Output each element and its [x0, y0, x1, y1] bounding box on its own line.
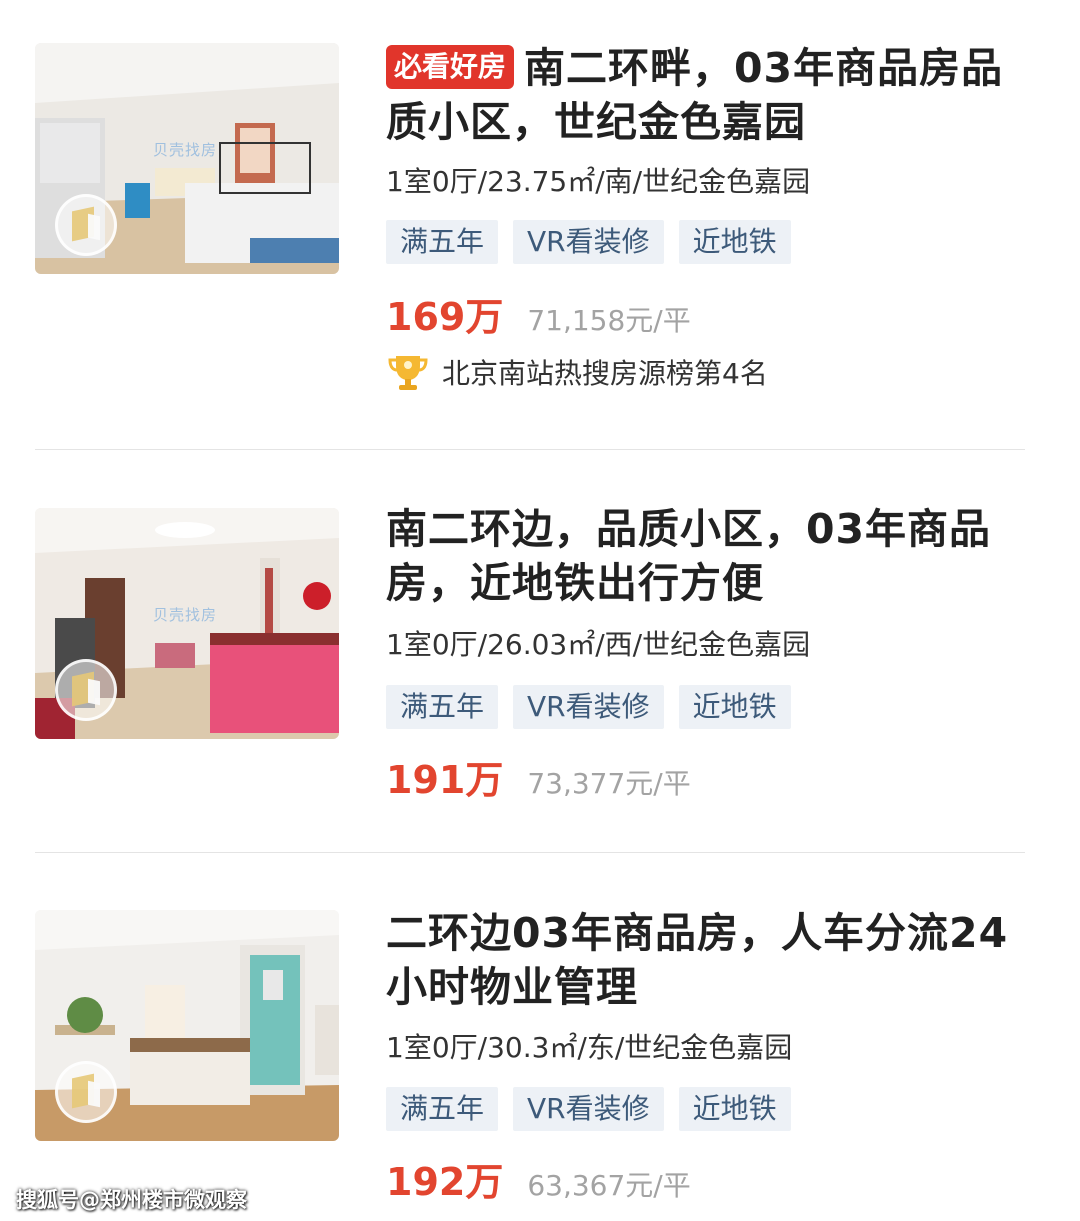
- tag-list: 满五年 VR看装修 近地铁: [386, 1087, 806, 1131]
- source-watermark: 搜狐号@郑州楼市微观察: [16, 1188, 247, 1212]
- tag-list: 满五年 VR看装修 近地铁: [386, 220, 806, 264]
- tag-near-subway: 近地铁: [678, 220, 791, 264]
- total-price: 191万: [386, 758, 504, 802]
- listing-title[interactable]: 二环边03年商品房，人车分流24小时物业管理: [386, 906, 1026, 1014]
- listing-card[interactable]: 贝壳找房 南二环边，品质小区，03年商品房，近地铁出行方便 1室0厅/26.03…: [0, 450, 1080, 852]
- listing-attributes: 1室0厅/26.03㎡/西/世纪金色嘉园: [386, 628, 811, 661]
- tag-vr-decoration: VR看装修: [513, 1087, 664, 1131]
- listing-attributes: 1室0厅/23.75㎡/南/世纪金色嘉园: [386, 165, 811, 198]
- price-row: 192万 63,367元/平: [386, 1151, 691, 1204]
- vr-icon: [55, 1061, 117, 1123]
- tag-near-subway: 近地铁: [678, 1087, 791, 1131]
- listing-title[interactable]: 必看好房 南二环畔，03年商品房品质小区，世纪金色嘉园: [386, 41, 1026, 149]
- watermark: 贝壳找房: [153, 606, 218, 624]
- tag-near-subway: 近地铁: [678, 685, 791, 729]
- listing-photo[interactable]: 贝壳找房: [35, 508, 339, 739]
- tag-five-years: 满五年: [386, 1087, 499, 1131]
- ranking-text: 北京南站热搜房源榜第4名: [442, 357, 768, 390]
- vr-icon: [55, 194, 117, 256]
- price-row: 191万 73,377元/平: [386, 749, 691, 802]
- tag-vr-decoration: VR看装修: [513, 220, 664, 264]
- tag-vr-decoration: VR看装修: [513, 685, 664, 729]
- unit-price: 63,367元/平: [527, 1169, 691, 1202]
- ranking-row[interactable]: 北京南站热搜房源榜第4名: [386, 352, 768, 392]
- listing-title[interactable]: 南二环边，品质小区，03年商品房，近地铁出行方便: [386, 502, 1026, 610]
- listing-photo[interactable]: [35, 910, 339, 1141]
- tag-list: 满五年 VR看装修 近地铁: [386, 685, 806, 729]
- watermark: 贝壳找房: [153, 141, 218, 159]
- total-price: 169万: [386, 295, 504, 339]
- listing-card[interactable]: 贝壳找房 必看好房 南二环畔，03年商品房品质小区，世纪金色嘉园 1室0厅/23.…: [0, 0, 1080, 450]
- total-price: 192万: [386, 1160, 504, 1204]
- tag-five-years: 满五年: [386, 220, 499, 264]
- unit-price: 71,158元/平: [527, 304, 691, 337]
- must-see-badge: 必看好房: [386, 45, 515, 89]
- listing-photo[interactable]: 贝壳找房: [35, 43, 339, 274]
- listing-card[interactable]: 二环边03年商品房，人车分流24小时物业管理 1室0厅/30.3㎡/东/世纪金色…: [0, 853, 1080, 1221]
- unit-price: 73,377元/平: [527, 767, 691, 800]
- vr-icon: [55, 659, 117, 721]
- tag-five-years: 满五年: [386, 685, 499, 729]
- trophy-icon: [388, 356, 428, 390]
- price-row: 169万 71,158元/平: [386, 286, 691, 339]
- listing-attributes: 1室0厅/30.3㎡/东/世纪金色嘉园: [386, 1031, 793, 1064]
